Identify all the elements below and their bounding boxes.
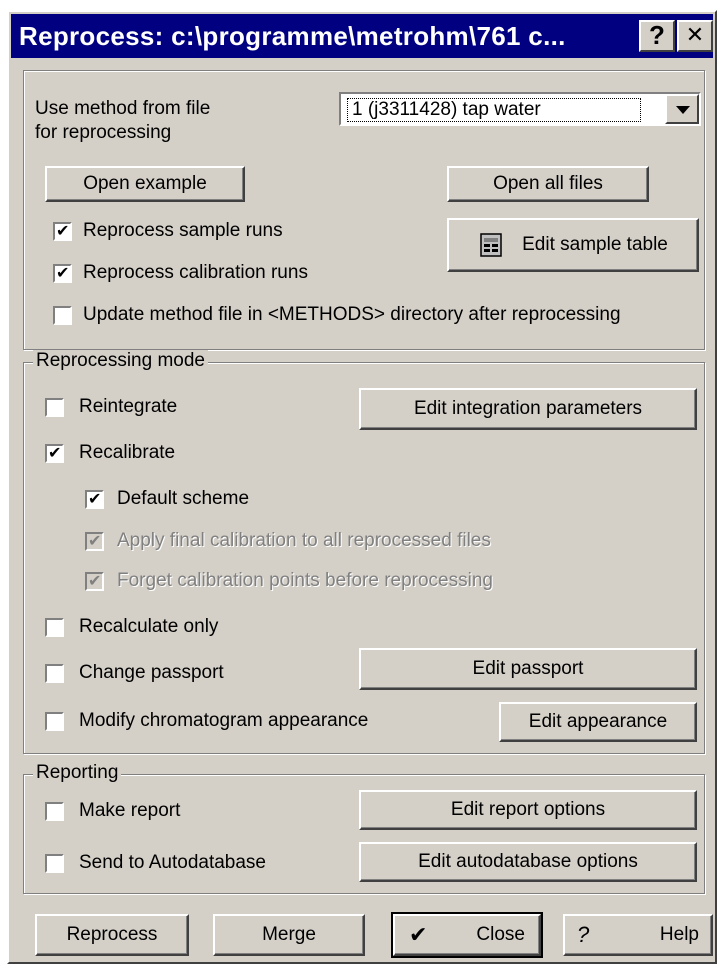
send-to-autodatabase-checkbox[interactable] <box>45 854 64 873</box>
close-button-label: Close <box>476 924 525 945</box>
method-select[interactable]: 1 (j3311428) tap water <box>339 92 701 126</box>
apply-final-calibration-label: Apply final calibration to all reprocess… <box>117 530 491 551</box>
method-label-line2: for reprocessing <box>35 122 172 143</box>
method-select-value: 1 (j3311428) tap water <box>347 98 641 122</box>
close-title-button[interactable]: ✕ <box>677 20 713 52</box>
reintegrate-checkbox[interactable] <box>45 398 64 417</box>
default-scheme-checkbox[interactable] <box>85 489 104 509</box>
forget-calibration-points-label: Forget calibration points before reproce… <box>117 570 493 591</box>
apply-final-calibration-checkbox <box>85 531 104 551</box>
open-all-files-button[interactable]: Open all files <box>447 166 649 202</box>
method-label-line1: Use method from file <box>35 98 211 119</box>
modify-appearance-label[interactable]: Modify chromatogram appearance <box>79 710 368 732</box>
make-report-checkbox[interactable] <box>45 802 64 821</box>
merge-button[interactable]: Merge <box>213 914 365 956</box>
edit-appearance-button[interactable]: Edit appearance <box>499 702 697 742</box>
question-icon: ? <box>649 20 665 50</box>
update-method-file-checkbox[interactable] <box>53 306 72 325</box>
default-scheme-label[interactable]: Default scheme <box>117 488 249 510</box>
reprocess-sample-runs-label[interactable]: Reprocess sample runs <box>83 220 283 242</box>
window-title: Reprocess: c:\programme\metrohm\761 c... <box>19 21 566 51</box>
close-button[interactable]: ✔ Close <box>391 912 543 958</box>
forget-calibration-points-checkbox <box>85 571 104 591</box>
send-to-autodatabase-label[interactable]: Send to Autodatabase <box>79 852 266 874</box>
help-button[interactable]: ? Help <box>563 914 713 956</box>
edit-sample-table-button[interactable]: Edit sample table <box>447 218 699 272</box>
edit-sample-table-label: Edit sample table <box>522 234 668 255</box>
reporting-group-label: Reporting <box>33 762 122 784</box>
reprocess-sample-runs-checkbox[interactable] <box>53 221 72 241</box>
chevron-down-icon[interactable] <box>665 94 699 124</box>
recalculate-only-label[interactable]: Recalculate only <box>79 616 218 638</box>
change-passport-label[interactable]: Change passport <box>79 662 224 684</box>
checkmark-icon: ✔ <box>409 922 428 948</box>
reprocessing-mode-group-label: Reprocessing mode <box>33 350 208 372</box>
edit-report-options-button[interactable]: Edit report options <box>359 790 697 830</box>
modify-appearance-checkbox[interactable] <box>45 712 64 731</box>
edit-autodatabase-options-button[interactable]: Edit autodatabase options <box>359 842 697 882</box>
help-icon: ? <box>577 922 590 947</box>
sample-table-icon <box>478 232 504 258</box>
reprocess-calibration-runs-checkbox[interactable] <box>53 263 72 283</box>
reintegrate-label[interactable]: Reintegrate <box>79 396 177 418</box>
title-bar[interactable]: Reprocess: c:\programme\metrohm\761 c...… <box>11 14 713 58</box>
edit-integration-parameters-button[interactable]: Edit integration parameters <box>359 388 697 430</box>
help-button-label: Help <box>659 924 699 945</box>
edit-passport-button[interactable]: Edit passport <box>359 648 697 690</box>
reprocess-dialog: Reprocess: c:\programme\metrohm\761 c...… <box>7 10 717 964</box>
close-icon: ✕ <box>685 23 705 48</box>
recalibrate-label[interactable]: Recalibrate <box>79 442 175 464</box>
open-example-button[interactable]: Open example <box>45 166 245 202</box>
change-passport-checkbox[interactable] <box>45 664 64 683</box>
recalibrate-checkbox[interactable] <box>45 443 64 463</box>
make-report-label[interactable]: Make report <box>79 800 180 822</box>
help-title-button[interactable]: ? <box>639 20 675 52</box>
reprocess-button[interactable]: Reprocess <box>35 914 189 956</box>
recalculate-only-checkbox[interactable] <box>45 618 64 637</box>
update-method-file-label[interactable]: Update method file in <METHODS> director… <box>83 304 621 326</box>
reprocess-calibration-runs-label[interactable]: Reprocess calibration runs <box>83 262 308 284</box>
